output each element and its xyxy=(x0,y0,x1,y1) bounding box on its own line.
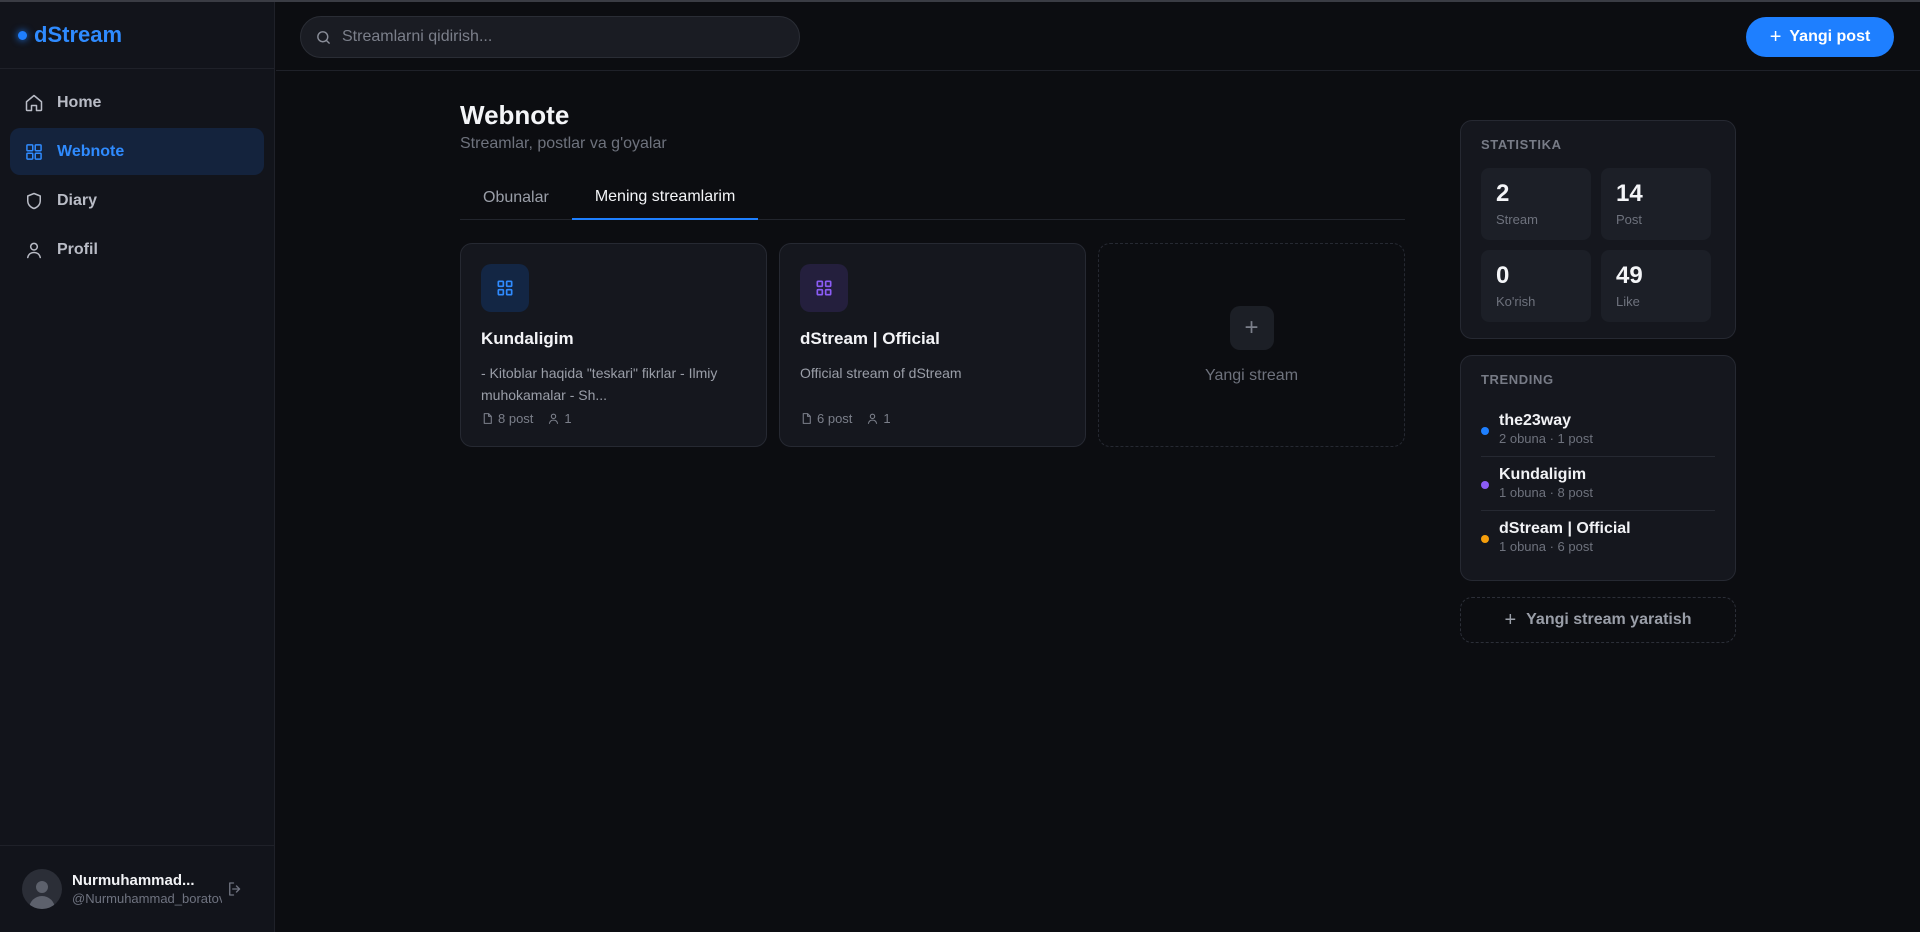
post-count: 8 post xyxy=(481,411,533,426)
stream-icon-box xyxy=(481,264,529,312)
stream-cards: Kundaligim - Kitoblar haqida "teskari" f… xyxy=(460,243,1405,447)
trending-item[interactable]: Kundaligim 1 obuna · 8 post xyxy=(1481,457,1715,511)
grid-icon xyxy=(497,280,513,296)
status-dot-icon xyxy=(1481,427,1489,435)
stat-views: 0 Ko'rish xyxy=(1481,250,1591,322)
create-stream-label: Yangi stream yaratish xyxy=(1526,611,1692,628)
stream-meta: 8 post 1 xyxy=(481,411,586,426)
logout-icon[interactable] xyxy=(226,880,244,898)
tab-obunalar[interactable]: Obunalar xyxy=(460,176,572,220)
stream-title: Kundaligim xyxy=(481,329,574,348)
brand[interactable]: dStream xyxy=(0,2,274,69)
stream-icon-box xyxy=(800,264,848,312)
stat-value: 49 xyxy=(1616,262,1643,289)
page-subtitle: Streamlar, postlar va g'oyalar xyxy=(460,135,667,152)
sidebar-item-label: Diary xyxy=(57,191,98,209)
subscriber-count-text: 1 xyxy=(564,411,572,426)
sidebar-nav: Home Webnote Diary Profil xyxy=(0,69,274,285)
sidebar-item-label: Webnote xyxy=(57,142,125,160)
stream-card-kundaligim[interactable]: Kundaligim - Kitoblar haqida "teskari" f… xyxy=(460,243,767,447)
top-bar: + Yangi post xyxy=(276,2,1920,71)
trending-title: TRENDING xyxy=(1481,372,1554,387)
tab-mening-streamlarim[interactable]: Mening streamlarim xyxy=(571,176,759,220)
search-icon xyxy=(317,30,330,44)
right-panel: STATISTIKA 2 Stream 14 Post 0 Ko'rish 49… xyxy=(1460,120,1736,643)
subscriber-count: 1 xyxy=(866,411,891,426)
trending-meta: 1 obuna · 6 post xyxy=(1499,539,1593,554)
user-icon xyxy=(27,242,41,258)
sidebar-item-label: Home xyxy=(57,93,102,111)
create-stream-button[interactable]: + Yangi stream yaratish xyxy=(1460,597,1736,643)
trending-name: dStream | Official xyxy=(1499,520,1631,537)
file-icon xyxy=(483,413,492,424)
stats-grid: 2 Stream 14 Post 0 Ko'rish 49 Like xyxy=(1481,168,1715,322)
trending-meta: 1 obuna · 8 post xyxy=(1499,485,1593,500)
stream-title: dStream | Official xyxy=(800,329,940,348)
stat-label: Like xyxy=(1616,294,1640,309)
user-icon xyxy=(868,413,878,424)
stream-description: Official stream of dStream xyxy=(800,365,962,381)
home-icon xyxy=(25,94,43,111)
grid-icon xyxy=(816,280,832,296)
trending-name: the23way xyxy=(1499,412,1572,429)
tab-bar: Obunalar Mening streamlarim xyxy=(460,176,1405,220)
file-icon xyxy=(802,413,811,424)
sidebar-item-webnote[interactable]: Webnote xyxy=(10,128,264,175)
stat-likes: 49 Like xyxy=(1601,250,1711,322)
status-dot-icon xyxy=(1481,481,1489,489)
new-stream-card[interactable]: + Yangi stream xyxy=(1098,243,1405,447)
plus-icon: + xyxy=(1504,608,1517,631)
stat-value: 14 xyxy=(1616,180,1643,207)
plus-icon: + xyxy=(1769,25,1782,48)
brand-dot-icon xyxy=(18,30,27,40)
stat-label: Ko'rish xyxy=(1496,294,1536,309)
trending-item[interactable]: the23way 2 obuna · 1 post xyxy=(1481,403,1715,457)
stats-title: STATISTIKA xyxy=(1481,137,1562,152)
post-count-text: 6 post xyxy=(817,411,853,426)
sidebar-item-diary[interactable]: Diary xyxy=(10,177,264,224)
user-card[interactable]: Nurmuhammad... @Nurmuhammad_boratov xyxy=(0,845,275,932)
post-count-text: 8 post xyxy=(498,411,534,426)
user-icon xyxy=(549,413,559,424)
main-content: Webnote Streamlar, postlar va g'oyalar O… xyxy=(460,100,1405,447)
stream-meta: 6 post 1 xyxy=(800,411,905,426)
subscriber-count: 1 xyxy=(547,411,572,426)
subscriber-count-text: 1 xyxy=(883,411,891,426)
stat-label: Post xyxy=(1616,212,1643,227)
stat-value: 2 xyxy=(1496,180,1510,207)
post-count: 6 post xyxy=(800,411,852,426)
user-handle: @Nurmuhammad_boratov xyxy=(72,891,222,906)
brand-name: dStream xyxy=(34,22,123,47)
stat-value: 0 xyxy=(1496,262,1510,289)
sidebar-item-label: Profil xyxy=(57,240,98,258)
stream-card-dstream-official[interactable]: dStream | Official Official stream of dS… xyxy=(779,243,1086,447)
stats-panel: STATISTIKA 2 Stream 14 Post 0 Ko'rish 49… xyxy=(1460,120,1736,339)
stat-label: Stream xyxy=(1496,212,1538,227)
sidebar-item-home[interactable]: Home xyxy=(10,79,264,126)
user-info: Nurmuhammad... @Nurmuhammad_boratov xyxy=(72,872,222,906)
stat-posts: 14 Post xyxy=(1601,168,1711,240)
status-dot-icon xyxy=(1481,535,1489,543)
stat-streams: 2 Stream xyxy=(1481,168,1591,240)
trending-list: the23way 2 obuna · 1 post Kundaligim 1 o… xyxy=(1481,403,1715,564)
new-post-button[interactable]: + Yangi post xyxy=(1746,17,1894,57)
new-post-label: Yangi post xyxy=(1789,28,1871,45)
trending-name: Kundaligim xyxy=(1499,466,1587,483)
search-box[interactable] xyxy=(300,16,800,58)
grid-icon xyxy=(26,143,42,160)
sidebar-item-profil[interactable]: Profil xyxy=(10,226,264,273)
trending-meta: 2 obuna · 1 post xyxy=(1499,431,1593,446)
search-input[interactable] xyxy=(342,28,782,46)
stream-description: - Kitoblar haqida "teskari" fikrlar - Il… xyxy=(481,365,718,403)
new-stream-label: Yangi stream xyxy=(1204,366,1299,384)
sidebar: dStream Home Webnote Diary Profil Nurmuh… xyxy=(0,2,275,932)
trending-panel: TRENDING the23way 2 obuna · 1 post Kunda… xyxy=(1460,355,1736,581)
shield-icon xyxy=(27,192,41,209)
user-name: Nurmuhammad... xyxy=(72,872,195,889)
avatar xyxy=(22,869,62,909)
page-title: Webnote xyxy=(460,100,570,130)
plus-icon: + xyxy=(1229,305,1274,350)
trending-item[interactable]: dStream | Official 1 obuna · 6 post xyxy=(1481,511,1715,564)
